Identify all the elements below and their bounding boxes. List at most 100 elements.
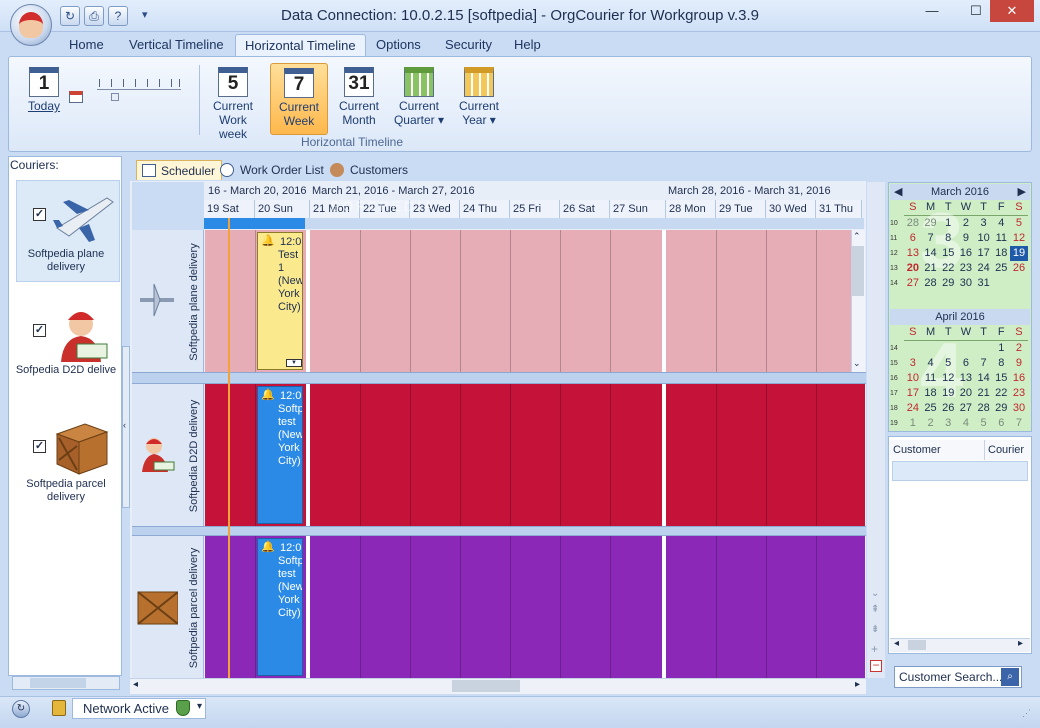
tab-security[interactable]: Security	[436, 34, 501, 56]
work-order-event[interactable]: 🔔 12:0 Softp test (New York City)	[257, 386, 303, 524]
work-order-event[interactable]: 🔔 12:0 Softp test (New York City)	[257, 538, 303, 676]
calendar-day[interactable]: 14	[975, 371, 993, 386]
courier-checkbox[interactable]: ✓	[33, 324, 46, 337]
calendar-day[interactable]: 8	[992, 356, 1010, 371]
calendar-day[interactable]: 17	[975, 246, 993, 261]
current-month-button[interactable]: 31 Current Month	[330, 63, 388, 135]
calendar-day[interactable]: 16	[1010, 371, 1028, 386]
tab-customers[interactable]: Customers	[326, 160, 414, 180]
customer-search-button[interactable]: Customer Search... ⌕	[894, 666, 1022, 688]
calendar-day[interactable]: 4	[992, 216, 1010, 231]
current-year-button[interactable]: Current Year ▾	[450, 63, 508, 135]
scroll-right-icon[interactable]: ▸	[855, 679, 860, 690]
calendar-day[interactable]: 28	[975, 401, 993, 416]
calendar-day[interactable]: 11	[922, 371, 940, 386]
calendar-day[interactable]: 27	[957, 401, 975, 416]
calendar-day[interactable]: 7	[975, 356, 993, 371]
today-button[interactable]: 1 Today	[15, 63, 73, 135]
day-header[interactable]: 26 Sat	[560, 200, 610, 218]
calendar-day[interactable]: 20	[957, 386, 975, 401]
scroll-left-icon[interactable]: ◂	[133, 679, 138, 690]
print-icon[interactable]: ⎙	[84, 6, 104, 26]
calendar-day[interactable]: 25	[992, 261, 1010, 276]
calendar-day[interactable]: 7	[1010, 416, 1028, 431]
calendar-day[interactable]: 7	[922, 231, 940, 246]
calendar-day[interactable]: 13	[904, 246, 922, 261]
calendar-day[interactable]: 23	[957, 261, 975, 276]
more-arrow-icon[interactable]: ▼	[286, 359, 302, 367]
row-splitter[interactable]	[132, 372, 866, 384]
calendar-day[interactable]: 15	[992, 371, 1010, 386]
scroll-bottom-icon[interactable]: ⇟	[871, 624, 879, 635]
zoom-slider-thumb[interactable]	[111, 93, 119, 101]
calendar-day[interactable]: 30	[1010, 401, 1028, 416]
customer-hscroll-thumb[interactable]	[908, 640, 926, 650]
calendar-day[interactable]: 1	[992, 341, 1010, 356]
tab-home[interactable]: Home	[60, 34, 113, 56]
calendar-day[interactable]: 24	[975, 261, 993, 276]
calendar-day[interactable]: 30	[957, 276, 975, 291]
current-work-week-button[interactable]: 5 Current Work week	[204, 63, 262, 141]
prev-month-icon[interactable]: ◀	[894, 184, 902, 200]
tab-vertical-timeline[interactable]: Vertical Timeline	[120, 34, 233, 56]
calendar-day[interactable]: 26	[939, 401, 957, 416]
calendar-day[interactable]: 24	[904, 401, 922, 416]
calendar-day[interactable]: 28	[922, 276, 940, 291]
tab-options[interactable]: Options	[367, 34, 430, 56]
calendar-day[interactable]: 20	[904, 261, 922, 276]
courier-item-d2d[interactable]: ✓ Sofpedia D2D delive	[13, 304, 119, 377]
app-menu-button[interactable]	[10, 4, 52, 46]
calendar-day[interactable]: 5	[1010, 216, 1028, 231]
calendar-day[interactable]: 3	[904, 356, 922, 371]
calendar-day[interactable]: 8	[939, 231, 957, 246]
day-header[interactable]: 27 Sun	[610, 200, 666, 218]
calendar-day[interactable]: 3	[939, 416, 957, 431]
calendar-day[interactable]: 3	[975, 216, 993, 231]
calendar-day[interactable]: 16	[957, 246, 975, 261]
calendar-day[interactable]: 21	[922, 261, 940, 276]
tab-horizontal-timeline[interactable]: Horizontal Timeline	[235, 34, 366, 56]
calendar-day[interactable]: 25	[922, 401, 940, 416]
calendar-day[interactable]: 19	[1010, 246, 1028, 261]
scroll-top-icon[interactable]: ⇞	[871, 604, 879, 615]
day-header[interactable]: 31 Thu	[816, 200, 862, 218]
calendar-day[interactable]: 19	[939, 386, 957, 401]
timeline-hscroll-thumb[interactable]	[452, 680, 520, 692]
day-header[interactable]: 19 Sat	[204, 200, 255, 218]
scroll-down-icon[interactable]: ⌄	[871, 588, 879, 599]
help-icon[interactable]: ?	[108, 6, 128, 26]
calendar-day[interactable]: 11	[992, 231, 1010, 246]
calendar-day[interactable]: 21	[975, 386, 993, 401]
calendar-day[interactable]: 1	[939, 216, 957, 231]
calendar-day[interactable]: 12	[939, 371, 957, 386]
calendar-day[interactable]: 28	[904, 216, 922, 231]
day-header[interactable]: 25 Fri	[510, 200, 560, 218]
sync-icon[interactable]: ↻	[12, 700, 30, 718]
column-customer[interactable]: Customer	[890, 440, 985, 460]
tab-work-order-list[interactable]: Work Order List	[216, 160, 330, 180]
calendar-day[interactable]: 15	[939, 246, 957, 261]
calendar-day[interactable]: 22	[939, 261, 957, 276]
calendar-day[interactable]: 17	[904, 386, 922, 401]
calendar-day[interactable]: 18	[922, 386, 940, 401]
calendar-day[interactable]: 10	[975, 231, 993, 246]
scroll-left-icon[interactable]: ◂	[894, 638, 899, 649]
calendar-day[interactable]: 29	[992, 401, 1010, 416]
calendar-day[interactable]: 1	[904, 416, 922, 431]
calendar-day[interactable]: 6	[992, 416, 1010, 431]
work-order-event[interactable]: 🔔 12:0 Test 1 (New York City) ▼	[257, 232, 303, 370]
row-splitter[interactable]	[132, 526, 866, 536]
calendar-day[interactable]: 9	[1010, 356, 1028, 371]
calendar-day[interactable]: 4	[957, 416, 975, 431]
calendar-day[interactable]: 6	[957, 356, 975, 371]
calendar-day[interactable]: 10	[904, 371, 922, 386]
calendar-day[interactable]: 5	[975, 416, 993, 431]
scroll-down-icon[interactable]: ⌄	[853, 358, 861, 369]
scroll-right-icon[interactable]: ▸	[1018, 638, 1023, 649]
calendar-day[interactable]: 2	[1010, 341, 1028, 356]
table-row[interactable]	[892, 461, 1028, 481]
close-button[interactable]: ✕	[990, 0, 1034, 22]
calendar-day[interactable]: 9	[957, 231, 975, 246]
qat-customize-icon[interactable]: ▾	[142, 8, 148, 21]
calendar-day[interactable]: 4	[922, 356, 940, 371]
